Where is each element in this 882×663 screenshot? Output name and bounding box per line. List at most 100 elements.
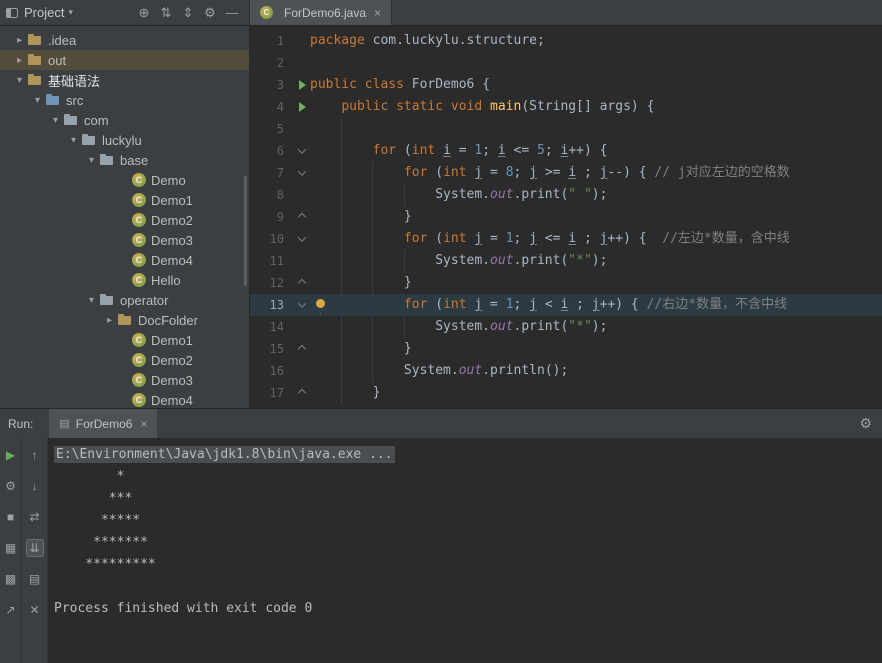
locate-file-icon[interactable]: ⊕ <box>133 5 155 21</box>
line-number: 6 <box>276 144 284 158</box>
hide-panel-icon[interactable]: — <box>221 5 243 20</box>
run-settings-icon[interactable]: ⚙ <box>2 477 20 495</box>
run-line-icon[interactable] <box>298 80 306 90</box>
tree-item-Demo2[interactable]: C Demo2 <box>0 350 249 370</box>
next-occurrence-icon[interactable]: ↓ <box>26 477 44 495</box>
tree-item-Demo[interactable]: C Demo <box>0 170 249 190</box>
jump-to-source-icon[interactable]: ↗ <box>2 601 20 619</box>
line-number: 17 <box>269 386 284 400</box>
fold-close-icon[interactable] <box>297 212 307 222</box>
editor-line-15[interactable]: 15 } <box>250 338 882 360</box>
scroll-to-end-icon[interactable]: ⇊ <box>25 539 44 557</box>
print-icon[interactable]: ▤ <box>26 570 44 588</box>
fold-open-icon[interactable] <box>297 167 307 176</box>
project-panel-title[interactable]: Project ▾ <box>24 5 73 20</box>
line-number: 4 <box>276 100 284 114</box>
tree-item-Demo3[interactable]: C Demo3 <box>0 370 249 390</box>
code-text: System.out.println(); <box>310 363 569 378</box>
class-icon: C <box>132 213 146 227</box>
fold-open-icon[interactable] <box>297 233 307 242</box>
editor-line-14[interactable]: 14 System.out.print("*"); <box>250 316 882 338</box>
prev-occurrence-icon[interactable]: ↑ <box>26 446 44 464</box>
tree-item-Hello[interactable]: C Hello <box>0 270 249 290</box>
editor-line-4[interactable]: 4 public static void main(String[] args)… <box>250 96 882 118</box>
sort-options-icon[interactable]: ⇕ <box>177 5 199 21</box>
build-icon[interactable]: ▦ <box>2 539 20 557</box>
editor-line-7[interactable]: 7 for (int j = 8; j >= i ; j--) { // j对应… <box>250 162 882 184</box>
stop-icon[interactable]: ■ <box>2 508 20 526</box>
fold-close-icon[interactable] <box>297 388 307 398</box>
fold-close-icon[interactable] <box>297 344 307 354</box>
rerun-icon[interactable]: ▶ <box>2 446 20 464</box>
editor-line-5[interactable]: 5 <box>250 118 882 140</box>
project-tree-scrollbar[interactable] <box>244 176 247 286</box>
editor-line-8[interactable]: 8 System.out.print(" "); <box>250 184 882 206</box>
tree-item-src[interactable]: ▾ src <box>0 90 249 110</box>
editor-line-1[interactable]: 1 package com.luckylu.structure; <box>250 30 882 52</box>
fold-open-icon[interactable] <box>297 299 307 308</box>
intention-bulb-icon[interactable] <box>316 299 325 308</box>
chevron-down-icon[interactable]: ▾ <box>84 295 99 306</box>
tree-item-com[interactable]: ▾ com <box>0 110 249 130</box>
tree-item-label: Demo1 <box>151 192 193 208</box>
soft-wrap-icon[interactable]: ⇄ <box>26 508 44 526</box>
collapse-all-icon[interactable]: ⇅ <box>155 5 177 21</box>
ide-window: Project ▾ ⊕ ⇅ ⇕ ⚙ — C ForDemo6.java × ▸ .idea… <box>0 0 882 663</box>
tree-item-out[interactable]: ▸ out <box>0 50 249 70</box>
editor-line-9[interactable]: 9 } <box>250 206 882 228</box>
editor-line-16[interactable]: 16 System.out.println(); <box>250 360 882 382</box>
editor-line-11[interactable]: 11 System.out.print("*"); <box>250 250 882 272</box>
tree-item-luckylu[interactable]: ▾ luckylu <box>0 130 249 150</box>
fold-close-icon[interactable] <box>297 278 307 288</box>
gutter-icon-slot <box>294 278 310 288</box>
code-text: for (int j = 8; j >= i ; j--) { // j对应左边… <box>403 165 790 180</box>
chevron-right-icon[interactable]: ▸ <box>102 315 117 326</box>
class-icon: C <box>132 273 146 287</box>
dump-threads-icon[interactable]: ▩ <box>2 570 20 588</box>
chevron-down-icon[interactable]: ▾ <box>66 135 81 146</box>
run-header: Run: ▤ ForDemo6 × ⚙ <box>0 408 882 438</box>
chevron-right-icon[interactable]: ▸ <box>12 35 27 46</box>
tree-item-operator[interactable]: ▾ operator <box>0 290 249 310</box>
chevron-down-icon[interactable]: ▾ <box>12 75 27 86</box>
chevron-down-icon[interactable]: ▾ <box>48 115 63 126</box>
run-line-icon[interactable] <box>298 102 306 112</box>
tree-item-基础语法[interactable]: ▾ 基础语法 <box>0 70 249 90</box>
chevron-down-icon[interactable]: ▾ <box>84 155 99 166</box>
clear-all-icon[interactable]: ✕ <box>26 601 44 619</box>
tree-item-DocFolder[interactable]: ▸ DocFolder <box>0 310 249 330</box>
code-text: } <box>310 275 412 290</box>
editor-line-3[interactable]: 3 public class ForDemo6 { <box>250 74 882 96</box>
tree-item-Demo1[interactable]: C Demo1 <box>0 190 249 210</box>
editor-line-10[interactable]: 10 for (int j = 1; j <= i ; j++) { //左边*… <box>250 228 882 250</box>
editor-line-17[interactable]: 17 } <box>250 382 882 404</box>
gear-icon[interactable]: ⚙ <box>859 415 872 432</box>
settings-icon[interactable]: ⚙ <box>199 5 221 21</box>
tree-item-Demo3[interactable]: C Demo3 <box>0 230 249 250</box>
editor-panel[interactable]: 1 package com.luckylu.structure; 2 3 public … <box>250 26 882 408</box>
tree-item-label: Hello <box>151 272 181 288</box>
chevron-down-icon[interactable]: ▾ <box>30 95 45 106</box>
console-output[interactable]: E:\Environment\Java\jdk1.8\bin\java.exe … <box>48 438 882 663</box>
tree-item-base[interactable]: ▾ base <box>0 150 249 170</box>
editor-line-12[interactable]: 12 } <box>250 272 882 294</box>
code-text: package com.luckylu.structure; <box>310 33 545 48</box>
chevron-right-icon[interactable]: ▸ <box>12 55 27 66</box>
line-number: 16 <box>269 364 284 378</box>
tree-item-Demo2[interactable]: C Demo2 <box>0 210 249 230</box>
editor-line-6[interactable]: 6 for (int i = 1; i <= 5; i++) { <box>250 140 882 162</box>
close-icon[interactable]: × <box>140 417 147 431</box>
editor-line-13[interactable]: 13 for (int j = 1; j < i ; j++) { //右边*数… <box>250 294 882 316</box>
tree-item-Demo4[interactable]: C Demo4 <box>0 250 249 270</box>
editor-line-2[interactable]: 2 <box>250 52 882 74</box>
run-tab-fordemo6[interactable]: ▤ ForDemo6 × <box>49 409 158 438</box>
editor-tab-fordemo6[interactable]: C ForDemo6.java × <box>250 0 393 25</box>
tree-item-.idea[interactable]: ▸ .idea <box>0 30 249 50</box>
console-line: *** <box>54 491 133 506</box>
fold-open-icon[interactable] <box>297 145 307 154</box>
tree-item-Demo1[interactable]: C Demo1 <box>0 330 249 350</box>
tree-item-Demo4[interactable]: C Demo4 <box>0 390 249 408</box>
pkg-icon <box>81 132 97 148</box>
line-number: 7 <box>276 166 284 180</box>
close-icon[interactable]: × <box>374 6 381 20</box>
